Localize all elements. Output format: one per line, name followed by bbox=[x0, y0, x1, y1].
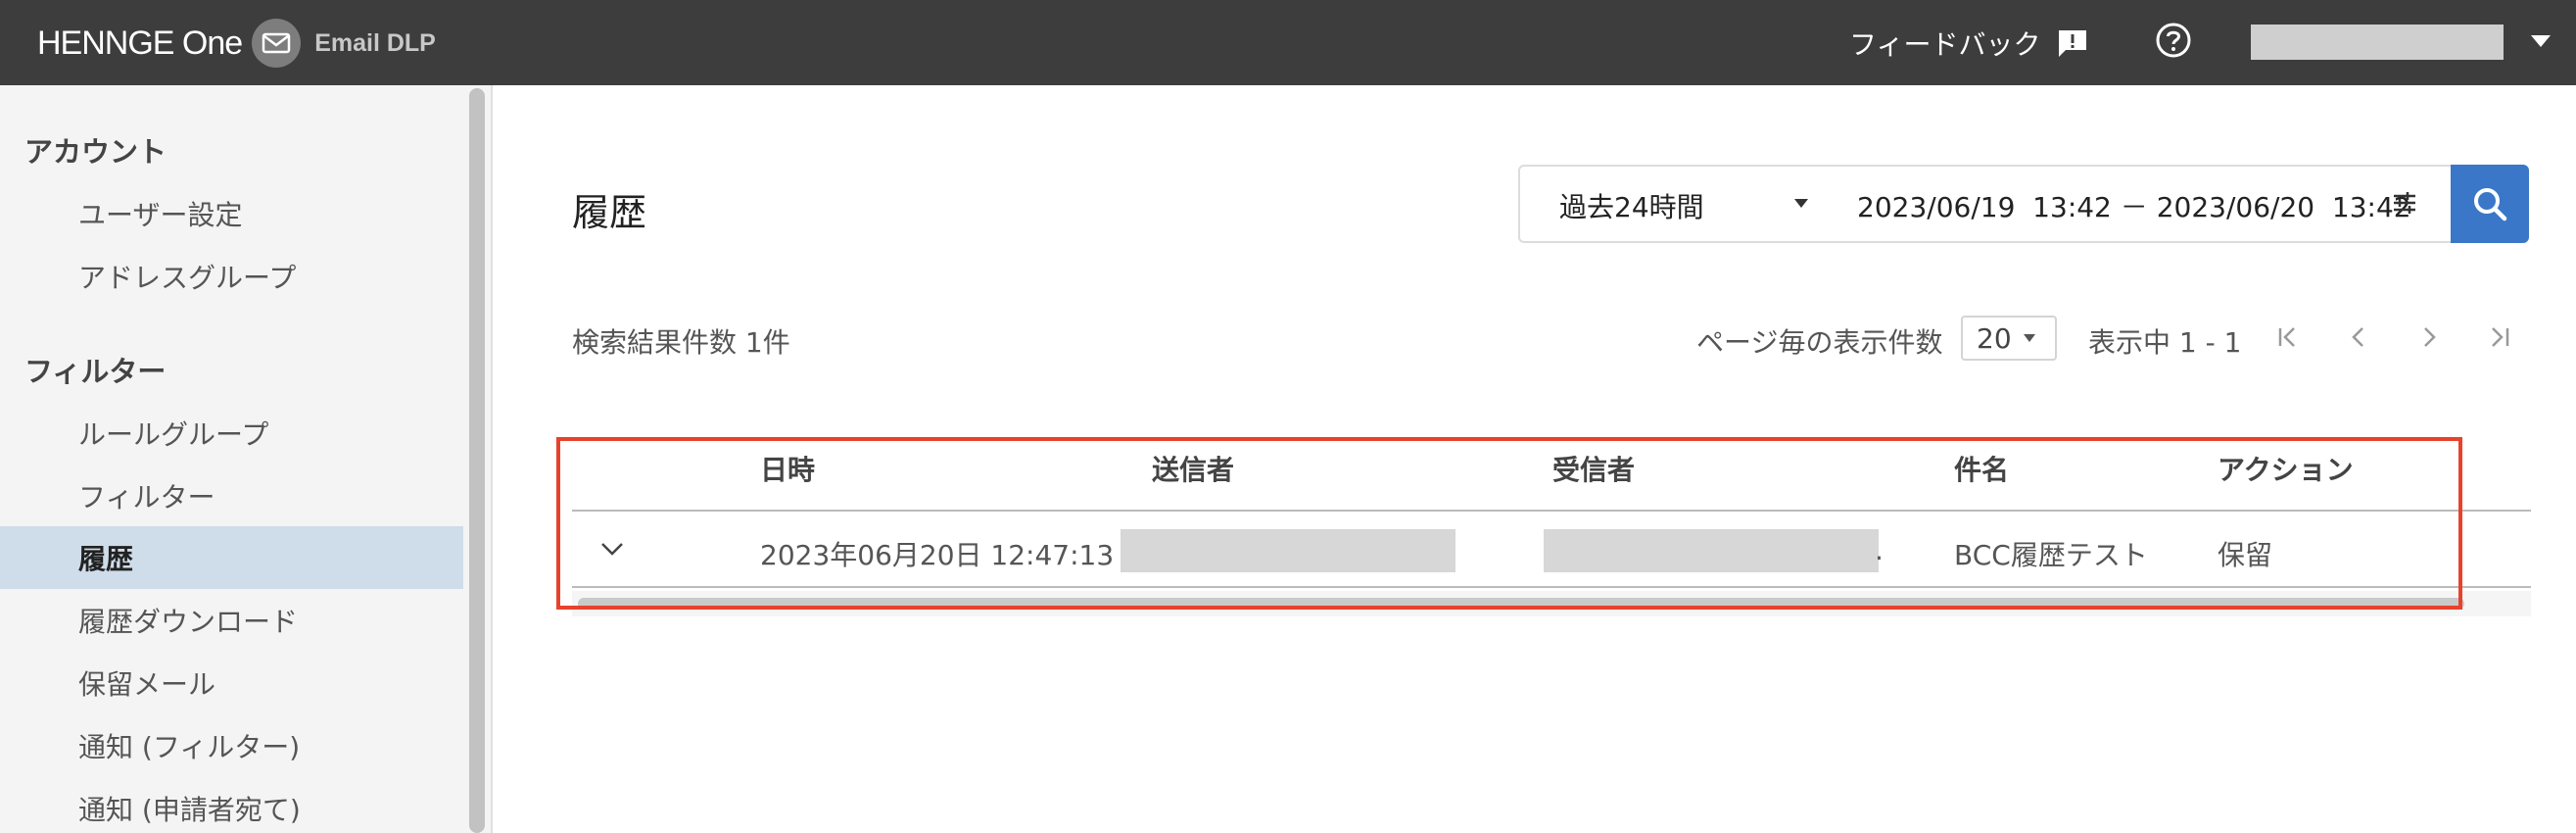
first-page-icon[interactable] bbox=[2270, 319, 2306, 355]
cell-action: 保留 bbox=[2218, 539, 2273, 571]
sidebar-item-filter[interactable]: フィルター bbox=[0, 465, 463, 527]
search-icon bbox=[2474, 188, 2507, 221]
cell-subject: BCC履歴テスト bbox=[1954, 539, 2148, 571]
sidebar-item-label: 履歴 bbox=[78, 543, 134, 575]
sidebar-item-held-mail[interactable]: 保留メール bbox=[0, 652, 463, 714]
sidebar-heading-filter: フィルター bbox=[24, 355, 167, 388]
sidebar-item-label: ルールグループ bbox=[78, 418, 269, 451]
sidebar-item-rule-group[interactable]: ルールグループ bbox=[0, 402, 463, 465]
page-title: 履歴 bbox=[572, 191, 647, 234]
sidebar-item-history-download[interactable]: 履歴ダウンロード bbox=[0, 589, 463, 652]
result-count: 検索結果件数 1件 bbox=[572, 326, 790, 359]
sidebar-item-notify-requester[interactable]: 通知 (申請者宛て) bbox=[0, 777, 463, 833]
sidebar-item-label: ユーザー設定 bbox=[78, 199, 243, 231]
last-page-icon[interactable] bbox=[2482, 319, 2517, 355]
column-header-datetime[interactable]: 日時 bbox=[760, 449, 815, 488]
prev-page-icon[interactable] bbox=[2341, 319, 2376, 355]
brand-name: HENNGE One bbox=[37, 24, 243, 62]
sidebar-item-label: 通知 (申請者宛て) bbox=[78, 794, 301, 826]
user-menu-caret-icon[interactable] bbox=[2531, 35, 2551, 47]
recipient-redacted bbox=[1544, 529, 1879, 572]
sidebar-item-address-group[interactable]: アドレスグループ bbox=[0, 245, 463, 308]
date-separator: － bbox=[2120, 191, 2148, 223]
chevron-down-icon[interactable] bbox=[597, 534, 627, 564]
sidebar-item-label: 保留メール bbox=[78, 668, 216, 701]
sidebar-item-user-settings[interactable]: ユーザー設定 bbox=[0, 182, 463, 245]
chevron-down-icon[interactable] bbox=[2024, 334, 2035, 342]
sidebar-item-notify-filter[interactable]: 通知 (フィルター) bbox=[0, 714, 463, 777]
product-name: Email DLP bbox=[314, 28, 436, 57]
sidebar-item-label: アドレスグループ bbox=[78, 262, 297, 294]
range-preset-select[interactable]: 過去24時間 bbox=[1559, 186, 1704, 225]
sidebar-item-label: フィルター bbox=[78, 481, 215, 514]
adjust-icon[interactable] bbox=[2390, 188, 2419, 218]
sidebar-item-label: 履歴ダウンロード bbox=[78, 606, 299, 638]
date-range-field[interactable]: 2023/06/19 13:42 － 2023/06/20 13:42 bbox=[1857, 186, 2411, 225]
cell-datetime: 2023年06月20日 12:47:13 bbox=[760, 539, 1115, 571]
sidebar-scrollbar-thumb[interactable] bbox=[469, 88, 485, 833]
sidebar-item-history[interactable]: 履歴 bbox=[0, 526, 463, 589]
date-to: 2023/06/20 13:42 bbox=[2156, 191, 2411, 223]
chevron-down-icon[interactable] bbox=[1794, 199, 1808, 208]
per-page-label: ページ毎の表示件数 bbox=[1696, 326, 1943, 359]
cell-recipient-suffix: . bbox=[1875, 534, 1884, 566]
table-horizontal-scrollbar-thumb[interactable] bbox=[578, 598, 2464, 610]
column-header-subject[interactable]: 件名 bbox=[1954, 449, 2009, 488]
search-button[interactable] bbox=[2451, 165, 2529, 243]
column-header-sender[interactable]: 送信者 bbox=[1152, 449, 1234, 488]
sender-redacted bbox=[1121, 529, 1455, 572]
sidebar-heading-account: アカウント bbox=[24, 135, 167, 169]
date-from: 2023/06/19 13:42 bbox=[1857, 191, 2112, 223]
column-header-recipient[interactable]: 受信者 bbox=[1552, 449, 1635, 488]
feedback-icon bbox=[2059, 30, 2087, 57]
sidebar-item-label: 通知 (フィルター) bbox=[78, 731, 301, 763]
next-page-icon[interactable] bbox=[2411, 319, 2447, 355]
showing-range: 表示中 1 - 1 bbox=[2088, 326, 2242, 359]
mail-icon bbox=[252, 19, 302, 68]
feedback-label: フィードバック bbox=[1849, 28, 2041, 61]
feedback-button[interactable]: フィードバック bbox=[1849, 22, 2089, 65]
user-menu-redacted[interactable] bbox=[2251, 24, 2504, 60]
per-page-value[interactable]: 20 bbox=[1977, 322, 2012, 355]
column-header-action[interactable]: アクション bbox=[2218, 449, 2354, 488]
brand-logo-area[interactable]: HENNGE One Email DLP bbox=[37, 19, 436, 68]
help-icon[interactable] bbox=[2155, 22, 2192, 59]
